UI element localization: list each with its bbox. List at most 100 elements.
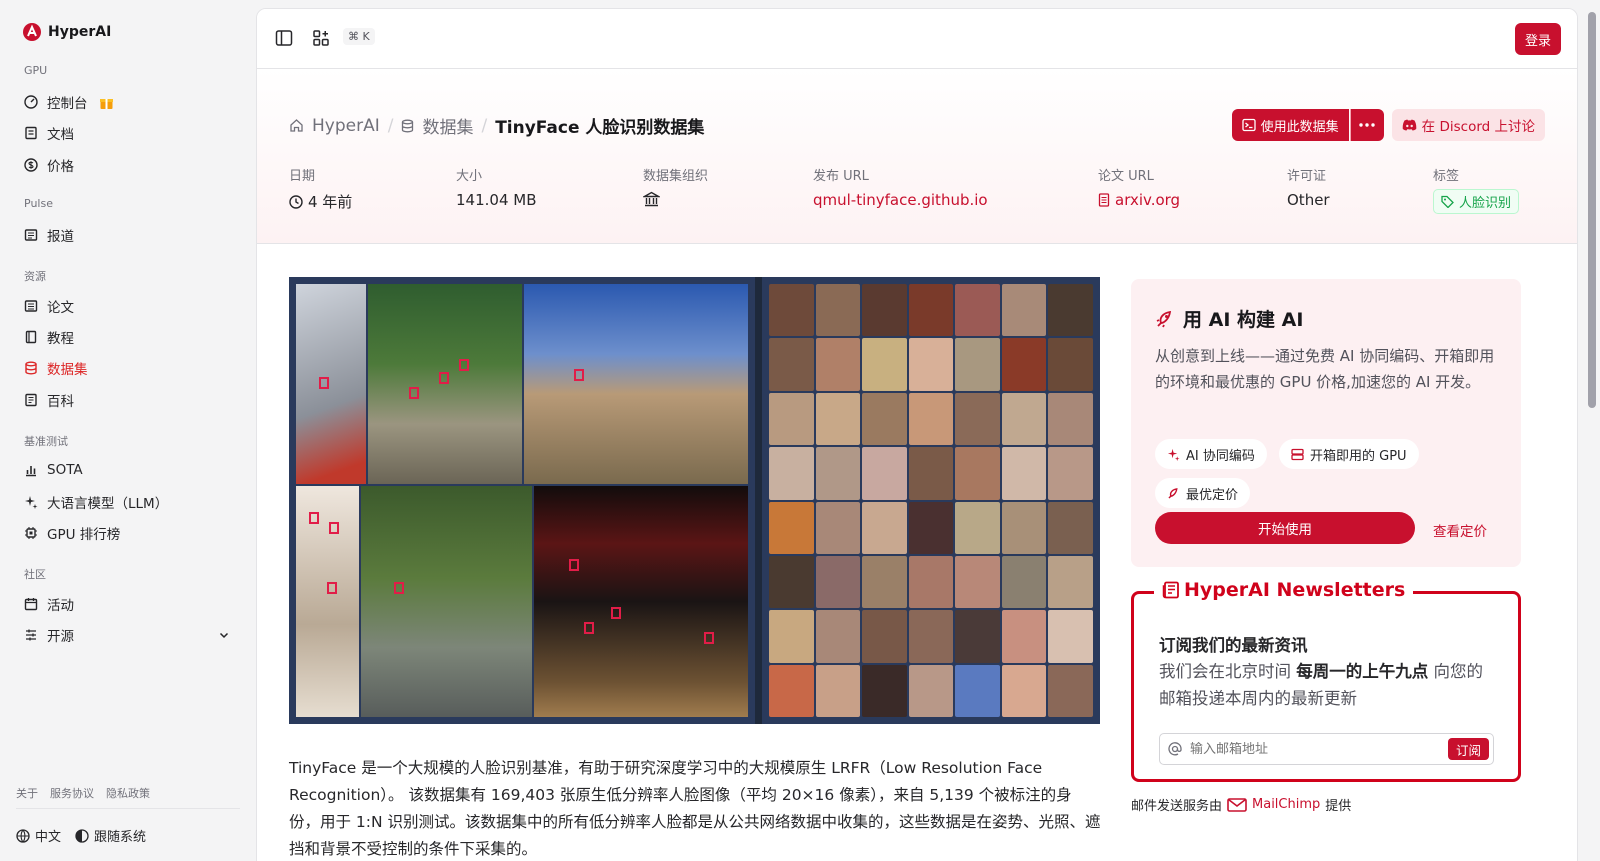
database-icon [402,119,414,132]
mail-provider-note: 邮件发送服务由 MailChimp 提供 [1131,795,1351,814]
breadcrumb-datasets[interactable]: 数据集 [422,113,473,138]
sidebar-toggle-icon[interactable] [275,29,293,47]
face-box [584,622,594,634]
email-input[interactable] [1190,741,1440,757]
photo-forest-bridge [368,284,522,484]
meta-release-url: 发布 URL qmul-tinyface.github.io [813,165,988,209]
footer-link-privacy[interactable]: 隐私政策 [106,785,150,801]
sidebar-item-gpu-leaderboard[interactable]: GPU 排行榜 [16,518,240,548]
meta-label: 大小 [456,169,483,184]
theme-icon [75,828,89,843]
sidebar-item-label: 价格 [47,159,74,175]
language-selector[interactable]: 中文 [35,826,61,845]
mail-note-post: 提供 [1325,799,1352,814]
dataset-description: TinyFace 是一个大规模的人脸识别基准，有助于研究深度学习中的大规模原生 … [289,759,1101,858]
breadcrumb-home[interactable]: HyperAI [312,116,380,136]
database-icon [25,361,37,375]
section-label-benchmarks: 基准测试 [24,435,68,448]
sidebar-item-sota[interactable]: SOTA [16,455,240,485]
promo-title: 用 AI 构建 AI [1155,305,1303,332]
sidebar-item-papers[interactable]: 论文 [16,291,240,321]
meta-label: 日期 [289,169,316,184]
sidebar-item-news[interactable]: 报道 [16,220,240,250]
newspaper-icon [1162,581,1179,599]
dataset-preview-image [289,277,1100,724]
section-label-resources: 资源 [24,270,46,283]
meta-paper-url: 论文 URL arxiv.org [1098,165,1180,209]
login-button[interactable]: 登录 [1514,23,1561,55]
calendar-icon [24,598,38,611]
sidebar-item-label: 报道 [47,229,74,245]
face-box [574,369,584,381]
use-dataset-button[interactable]: 使用此数据集 [1231,109,1349,141]
newsletter-card: HyperAI Newsletters 订阅我们的最新资讯 我们会在北京时间 每… [1131,579,1521,782]
release-url-link[interactable]: qmul-tinyface.github.io [813,191,988,209]
chip-best-price[interactable]: 最优定价 [1155,478,1251,508]
paper-url-link[interactable]: arxiv.org [1098,191,1180,209]
newsletter-text: 我们会在北京时间 每周一的上午九点 向您的邮箱投递本周内的最新更新 [1159,658,1499,712]
rocket-icon [1156,310,1172,327]
chip-ready-gpu[interactable]: 开箱即用的 GPU [1279,439,1419,469]
list-icon [26,629,36,641]
sidebar-item-llm[interactable]: 大语言模型（LLM） [16,487,240,517]
chip-icon [25,527,37,539]
photo-basketball [534,486,748,717]
theme-selector[interactable]: 跟随系统 [94,826,146,845]
gauge-icon [24,95,38,109]
sidebar: HyperAI GPU 控制台 文档 价格 Pulse 报道 资源 论文 教程 … [0,0,256,861]
view-pricing-link[interactable]: 查看定价 [1433,520,1487,540]
meta-date: 日期 4 年前 [289,165,352,212]
main-content: ⌘ K 登录 HyperAI / 数据集 / TinyFace 人脸识别数据集 … [256,8,1578,861]
sidebar-item-label: 控制台 [47,96,88,112]
sidebar-item-pricing[interactable]: 价格 [16,150,240,180]
chip-label: AI 协同编码 [1186,448,1255,464]
sidebar-item-label: GPU 排行榜 [47,527,121,543]
footer-link-about[interactable]: 关于 [16,785,38,801]
breadcrumb: HyperAI / 数据集 / TinyFace 人脸识别数据集 [289,113,704,138]
discord-discuss-button[interactable]: 在 Discord 上讨论 [1391,109,1545,141]
section-label-pulse: Pulse [24,197,53,210]
brand-logo[interactable]: HyperAI [22,22,111,42]
globe-icon [16,828,30,843]
tag-icon [1441,195,1454,208]
meta-organization: 数据集组织 [643,165,708,207]
ellipsis-icon [1359,123,1375,127]
face-box [459,359,469,371]
subscribe-button[interactable]: 订阅 [1447,738,1489,760]
meta-label: 许可证 [1287,169,1327,184]
sidebar-item-docs[interactable]: 文档 [16,118,240,148]
sidebar-item-tutorials[interactable]: 教程 [16,322,240,352]
chip-ai-coding[interactable]: AI 协同编码 [1155,439,1267,469]
page-scrollbar[interactable] [1588,12,1596,408]
chevron-down-icon[interactable] [218,629,230,641]
more-options-button[interactable] [1349,109,1384,141]
sidebar-item-label: 活动 [47,598,74,614]
sidebar-item-open-source[interactable]: 开源 [16,620,240,650]
command-shortcut[interactable]: ⌘ K [343,28,375,45]
sidebar-item-console[interactable]: 控制台 [16,87,240,117]
email-form: 订阅 [1159,733,1494,765]
dataset-header: HyperAI / 数据集 / TinyFace 人脸识别数据集 使用此数据集 … [257,69,1577,244]
photo-desert-cyclist [524,284,748,484]
institution-icon [643,191,660,207]
page-title: TinyFace 人脸识别数据集 [495,118,705,138]
meta-label: 数据集组织 [643,169,709,184]
sidebar-item-datasets[interactable]: 数据集 [16,353,240,383]
discord-label: 在 Discord 上讨论 [1421,119,1535,135]
tag-face-recognition[interactable]: 人脸识别 [1433,189,1520,214]
home-icon [290,119,303,132]
photo-crowd [296,284,366,484]
footer-link-terms[interactable]: 服务协议 [50,785,94,801]
apps-grid-icon[interactable] [312,29,330,47]
sidebar-item-encyclopedia[interactable]: 百科 [16,385,240,415]
newsletter-text-bold: 每周一的上午九点 [1296,662,1429,681]
sidebar-item-events[interactable]: 活动 [16,589,240,619]
newsletter-text-pre: 我们会在北京时间 [1159,662,1297,681]
mailchimp-link[interactable]: MailChimp [1252,797,1320,812]
sidebar-item-label: 论文 [47,300,74,316]
face-crops-panel [762,277,1100,724]
use-dataset-label: 使用此数据集 [1260,119,1339,135]
get-started-button[interactable]: 开始使用 [1155,512,1415,544]
face-box [611,607,621,619]
date-value: 4 年前 [308,193,353,211]
